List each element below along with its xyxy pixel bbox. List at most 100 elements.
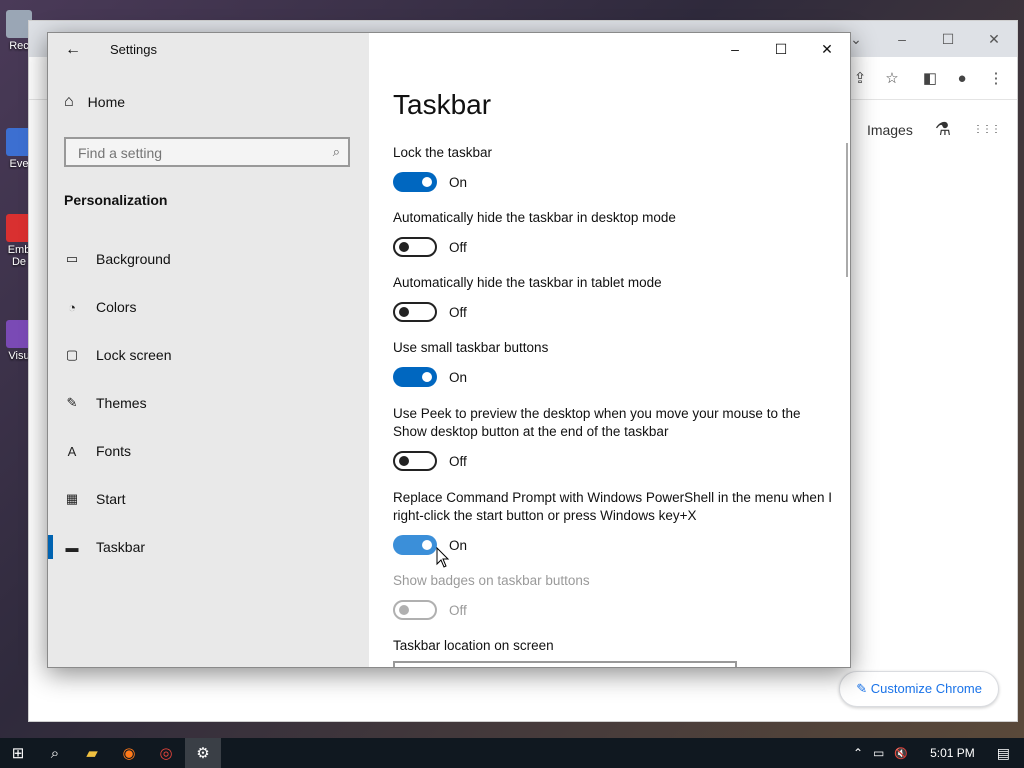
- close-button[interactable]: ✕: [971, 21, 1017, 57]
- page-title: Taskbar: [393, 89, 492, 120]
- settings-sidebar: ← Settings ⌂ Home ⌕ Personalization ▭ Ba…: [48, 33, 369, 667]
- option-badges: Show badges on taskbar buttons Off: [393, 572, 833, 620]
- sidebar-item-taskbar[interactable]: ▬ Taskbar: [48, 523, 369, 571]
- option-lock-taskbar: Lock the taskbar On: [393, 144, 833, 192]
- option-autohide-desktop: Automatically hide the taskbar in deskto…: [393, 209, 833, 257]
- settings-window: ← Settings ⌂ Home ⌕ Personalization ▭ Ba…: [47, 32, 851, 668]
- peek-toggle[interactable]: [393, 451, 437, 471]
- windows-taskbar: ⊞ ⌕ ▰ ◉ ◎ ⚙ ⌃ ▭ 🔇 5:01 PM ▤: [0, 738, 1024, 768]
- back-arrow-icon[interactable]: ←: [62, 39, 84, 61]
- chrome-window-controls: ⌄ – ☐ ✕: [833, 21, 1017, 57]
- small-buttons-toggle[interactable]: [393, 367, 437, 387]
- taskbar-icon: ▬: [65, 539, 79, 555]
- search-input[interactable]: [76, 144, 320, 162]
- system-tray: ⌃ ▭ 🔇 5:01 PM ▤: [853, 738, 1010, 768]
- pencil-icon: ✎: [856, 681, 868, 696]
- profile-icon[interactable]: ●: [951, 67, 973, 89]
- option-taskbar-location: Taskbar location on screen: [393, 637, 833, 655]
- start-icon: ▦: [65, 491, 79, 506]
- menu-icon[interactable]: ⋮: [985, 67, 1007, 89]
- autohide-tablet-toggle[interactable]: [393, 302, 437, 322]
- option-label: Show badges on taskbar buttons: [393, 573, 590, 588]
- network-icon[interactable]: ▭: [873, 746, 884, 760]
- file-explorer-icon[interactable]: ▰: [74, 738, 110, 768]
- settings-taskbar-icon[interactable]: ⚙: [185, 738, 221, 768]
- home-icon: ⌂: [64, 93, 74, 110]
- images-link[interactable]: Images: [867, 122, 913, 138]
- labs-icon[interactable]: ⚗: [935, 119, 951, 140]
- toggle-state: Off: [449, 453, 467, 469]
- volume-muted-icon[interactable]: 🔇: [894, 747, 908, 760]
- sidebar-item-label: Taskbar: [96, 539, 146, 555]
- toggle-state: Off: [449, 239, 467, 255]
- google-header-links: Images ⚗ ⋮⋮⋮: [867, 119, 1001, 140]
- option-label: Taskbar location on screen: [393, 638, 554, 653]
- option-label: Use small taskbar buttons: [393, 340, 549, 355]
- start-button[interactable]: ⊞: [0, 738, 36, 768]
- share-icon[interactable]: ⇪: [849, 67, 871, 89]
- star-icon[interactable]: ☆: [881, 67, 903, 89]
- sidebar-item-label: Background: [96, 251, 171, 267]
- lock-taskbar-toggle[interactable]: [393, 172, 437, 192]
- option-label: Automatically hide the taskbar in deskto…: [393, 210, 676, 225]
- option-powershell: Replace Command Prompt with Windows Powe…: [393, 489, 833, 555]
- section-title: Personalization: [64, 192, 168, 208]
- powershell-toggle[interactable]: [393, 535, 437, 555]
- minimize-button[interactable]: –: [712, 33, 758, 65]
- themes-icon: ✎: [66, 395, 78, 410]
- autohide-desktop-toggle[interactable]: [393, 237, 437, 257]
- close-button[interactable]: ✕: [804, 33, 850, 65]
- customize-label: Customize Chrome: [870, 681, 982, 696]
- sidebar-item-fonts[interactable]: A Fonts: [48, 427, 369, 475]
- chrome-icon[interactable]: ◎: [148, 738, 184, 768]
- customize-chrome-button[interactable]: ✎ Customize Chrome: [839, 671, 999, 707]
- maximize-button[interactable]: ☐: [925, 21, 971, 57]
- home-label: Home: [87, 94, 126, 110]
- apps-grid-icon[interactable]: ⋮⋮⋮: [973, 124, 1001, 134]
- toggle-state: On: [449, 369, 468, 385]
- option-peek: Use Peek to preview the desktop when you…: [393, 405, 833, 471]
- firefox-icon[interactable]: ◉: [111, 738, 147, 768]
- scrollbar[interactable]: [846, 143, 848, 277]
- settings-content: – ☐ ✕ Taskbar Lock the taskbar On Automa…: [369, 33, 850, 667]
- sidebar-item-background[interactable]: ▭ Background: [48, 235, 369, 283]
- sidebar-nav: ▭ Background ◔ Colors ▢ Lock screen ✎ Th…: [48, 235, 369, 571]
- search-icon[interactable]: ⌕: [333, 144, 340, 160]
- search-icon[interactable]: ⌕: [37, 738, 73, 768]
- chevron-up-icon[interactable]: ⌃: [853, 746, 863, 760]
- sidebar-item-lock-screen[interactable]: ▢ Lock screen: [48, 331, 369, 379]
- option-label: Use Peek to preview the desktop when you…: [393, 406, 801, 439]
- sidebar-item-label: Colors: [96, 299, 137, 315]
- sidebar-item-label: Start: [96, 491, 126, 507]
- option-label: Replace Command Prompt with Windows Powe…: [393, 490, 832, 523]
- side-panel-icon[interactable]: ◧: [919, 67, 941, 89]
- minimize-button[interactable]: –: [879, 21, 925, 57]
- window-controls: – ☐ ✕: [712, 33, 850, 65]
- lock-screen-icon: ▢: [65, 347, 79, 362]
- toggle-state: On: [449, 537, 468, 553]
- option-label: Lock the taskbar: [393, 145, 493, 160]
- sidebar-item-colors[interactable]: ◔ Colors: [48, 283, 369, 331]
- sidebar-item-label: Themes: [96, 395, 147, 411]
- option-small-buttons: Use small taskbar buttons On: [393, 339, 833, 387]
- maximize-button[interactable]: ☐: [758, 33, 804, 65]
- palette-icon: ◔: [68, 299, 76, 315]
- sidebar-item-label: Fonts: [96, 443, 132, 459]
- toggle-state: On: [449, 174, 468, 190]
- search-box: ⌕: [64, 137, 350, 167]
- option-label: Automatically hide the taskbar in tablet…: [393, 275, 662, 290]
- option-autohide-tablet: Automatically hide the taskbar in tablet…: [393, 274, 833, 322]
- clock[interactable]: 5:01 PM: [930, 746, 975, 760]
- window-title: Settings: [110, 42, 157, 57]
- sidebar-item-label: Lock screen: [96, 347, 172, 363]
- badges-toggle[interactable]: [393, 600, 437, 620]
- sidebar-item-themes[interactable]: ✎ Themes: [48, 379, 369, 427]
- sidebar-item-start[interactable]: ▦ Start: [48, 475, 369, 523]
- mouse-cursor-icon: [436, 547, 450, 568]
- toggle-state: Off: [449, 602, 467, 618]
- taskbar-location-dropdown[interactable]: [393, 661, 737, 667]
- home-nav-item[interactable]: ⌂ Home: [64, 93, 125, 111]
- fonts-icon: A: [67, 443, 77, 459]
- picture-icon: ▭: [65, 251, 79, 266]
- notifications-icon[interactable]: ▤: [997, 745, 1010, 762]
